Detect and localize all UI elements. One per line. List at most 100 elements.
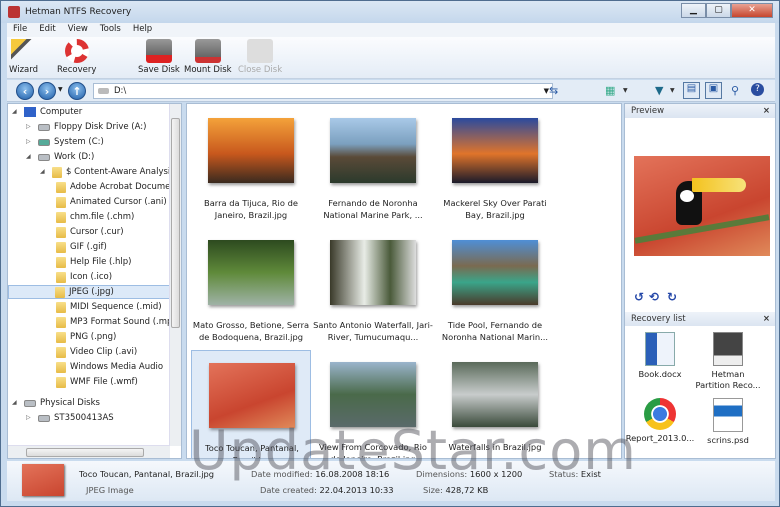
- close-disk-button[interactable]: Close Disk: [238, 39, 282, 75]
- history-dropdown-icon[interactable]: ▼: [58, 86, 63, 93]
- file-thumbnail: [208, 118, 294, 183]
- tree-label: $ Content-Aware Analysis: [66, 167, 175, 177]
- tree-horizontal-scrollbar[interactable]: [8, 445, 170, 458]
- tree-folder[interactable]: Video Clip (.avi): [56, 345, 137, 359]
- tree-label: Work (D:): [54, 152, 95, 162]
- tree-folder[interactable]: Adobe Acrobat Document: [56, 180, 179, 194]
- file-item[interactable]: Fernando de Noronha National Marine Park…: [313, 106, 433, 226]
- file-item[interactable]: View From Corcovado, Rio de Janeiro, Bra…: [313, 350, 433, 458]
- recovery-button[interactable]: Recovery: [57, 39, 96, 75]
- status-label: Status:: [549, 469, 579, 479]
- file-item[interactable]: Toco Toucan, Pantanal, Brazil.jpg: [191, 350, 311, 458]
- file-item[interactable]: Tide Pool, Fernando de Noronha National …: [435, 228, 555, 348]
- scroll-thumb[interactable]: [26, 448, 144, 457]
- menu-tools[interactable]: Tools: [94, 23, 127, 37]
- close-button[interactable]: ✕: [731, 3, 773, 18]
- recovery-item[interactable]: Book.docx: [625, 332, 695, 380]
- menu-view[interactable]: View: [62, 23, 94, 37]
- folder-icon: [56, 301, 66, 313]
- recovery-list-title: Recovery list: [631, 314, 686, 324]
- app-window: Hetman NTFS Recovery ▁ ▢ ✕ File Edit Vie…: [0, 0, 780, 507]
- file-item[interactable]: Mato Grosso, Betione, Serra de Bodoquena…: [191, 228, 311, 348]
- save-disk-label: Save Disk: [138, 65, 180, 75]
- filter-dropdown-icon[interactable]: ▼: [670, 87, 675, 94]
- tree-computer[interactable]: ◢ Computer: [12, 105, 82, 119]
- tree-folder[interactable]: Cursor (.cur): [56, 225, 124, 239]
- filter-icon[interactable]: ▼: [655, 84, 663, 97]
- recovery-list-toggle-icon[interactable]: ▣: [705, 82, 722, 99]
- view-dropdown-icon[interactable]: ▼: [623, 87, 628, 94]
- system-drive-icon: [38, 138, 50, 146]
- up-button[interactable]: ↑: [68, 82, 86, 100]
- back-button[interactable]: ‹: [16, 82, 34, 100]
- rotate-left-icon[interactable]: ↺: [634, 290, 644, 304]
- status-file-type: JPEG Image: [86, 485, 134, 495]
- recovery-item-name: Hetman Partition Reco...: [695, 369, 761, 390]
- refresh-icon[interactable]: ⇆: [549, 84, 558, 97]
- preview-close-button[interactable]: ×: [763, 104, 770, 118]
- forward-button[interactable]: ›: [38, 82, 56, 100]
- tree-folder[interactable]: GIF (.gif): [56, 240, 107, 254]
- tree-content-aware-analysis[interactable]: ◢ $ Content-Aware Analysis: [40, 165, 175, 179]
- recovery-item[interactable]: Hetman Partition Reco...: [693, 332, 763, 391]
- tree-folder[interactable]: JPEG (.jpg): [8, 285, 170, 299]
- tree-label: Adobe Acrobat Document: [70, 182, 180, 192]
- rotate-refresh-icon[interactable]: ⟲: [649, 290, 659, 304]
- menu-help[interactable]: Help: [127, 23, 158, 37]
- tree-folder[interactable]: MP3 Format Sound (.mp3): [56, 315, 181, 329]
- folder-icon: [52, 166, 62, 178]
- save-disk-button[interactable]: Save Disk: [138, 39, 180, 75]
- recovery-item[interactable]: Report_2013.0...: [625, 398, 695, 444]
- path-input[interactable]: D:\ ▼: [93, 83, 553, 99]
- disk-icon: [38, 414, 50, 422]
- file-item[interactable]: Barra da Tijuca, Rio de Janeiro, Brazil.…: [191, 106, 311, 226]
- app-icon: [8, 6, 20, 18]
- recovery-item-name: Report_2013.0...: [625, 433, 695, 443]
- tree-folder[interactable]: Animated Cursor (.ani): [56, 195, 167, 209]
- menu-edit[interactable]: Edit: [33, 23, 61, 37]
- tree-physical-disks[interactable]: ◢ Physical Disks: [12, 396, 100, 410]
- tree-folder[interactable]: MIDI Sequence (.mid): [56, 300, 162, 314]
- tree-vertical-scrollbar[interactable]: [169, 104, 181, 446]
- tree-label: MIDI Sequence (.mid): [70, 302, 162, 312]
- file-grid: Barra da Tijuca, Rio de Janeiro, Brazil.…: [186, 103, 622, 459]
- file-item[interactable]: Santo Antonio Waterfall, Jari-River, Tum…: [313, 228, 433, 348]
- mount-disk-label: Mount Disk: [184, 65, 232, 75]
- tree-disk-st3500413as[interactable]: ▷ ST3500413AS: [26, 411, 114, 425]
- tree-folder[interactable]: WMF File (.wmf): [56, 375, 138, 389]
- folder-tree: ◢ Computer ▷ Floppy Disk Drive (A:) ▷ Syste…: [7, 103, 182, 459]
- tree-label: Floppy Disk Drive (A:): [54, 122, 147, 132]
- file-item[interactable]: Mackerel Sky Over Parati Bay, Brazil.jpg: [435, 106, 555, 226]
- recovery-item[interactable]: scrins.psd: [693, 398, 763, 446]
- preview-image: [634, 156, 770, 256]
- folder-icon: [55, 286, 65, 298]
- tree-drive-a[interactable]: ▷ Floppy Disk Drive (A:): [26, 120, 146, 134]
- recovery-item-name: scrins.psd: [707, 435, 749, 445]
- scroll-thumb[interactable]: [171, 118, 180, 328]
- tree-folder[interactable]: Help File (.hlp): [56, 255, 131, 269]
- drive-icon: [38, 153, 50, 161]
- help-icon[interactable]: ?: [751, 83, 764, 96]
- rotate-right-icon[interactable]: ↻: [667, 290, 677, 304]
- tree-drive-c[interactable]: ▷ System (C:): [26, 135, 104, 149]
- recovery-list-close-button[interactable]: ×: [763, 312, 770, 326]
- tree-folder[interactable]: Windows Media Audio: [56, 360, 163, 374]
- maximize-button[interactable]: ▢: [706, 3, 731, 18]
- tree-folder[interactable]: chm.file (.chm): [56, 210, 134, 224]
- file-item[interactable]: Waterfalls in Brazil.jpg: [435, 350, 555, 458]
- wizard-button[interactable]: Wizard: [9, 39, 38, 75]
- preview-pane-toggle-icon[interactable]: ▤: [683, 82, 700, 99]
- menu-file[interactable]: File: [7, 23, 33, 37]
- folder-icon: [56, 211, 66, 223]
- tree-drive-d[interactable]: ◢ Work (D:): [26, 150, 94, 164]
- dimensions-label: Dimensions:: [416, 469, 468, 479]
- tree-folder[interactable]: PNG (.png): [56, 330, 116, 344]
- mount-disk-button[interactable]: Mount Disk: [184, 39, 232, 75]
- tree-folder[interactable]: Icon (.ico): [56, 270, 112, 284]
- minimize-button[interactable]: ▁: [681, 3, 706, 18]
- view-mode-icon[interactable]: ▦: [605, 84, 615, 97]
- status-bar: Toco Toucan, Pantanal, Brazil.jpg JPEG I…: [7, 461, 775, 501]
- search-icon[interactable]: ⚲: [731, 84, 739, 97]
- file-name: Mato Grosso, Betione, Serra de Bodoquena…: [192, 320, 310, 342]
- tree-label: Icon (.ico): [70, 272, 113, 282]
